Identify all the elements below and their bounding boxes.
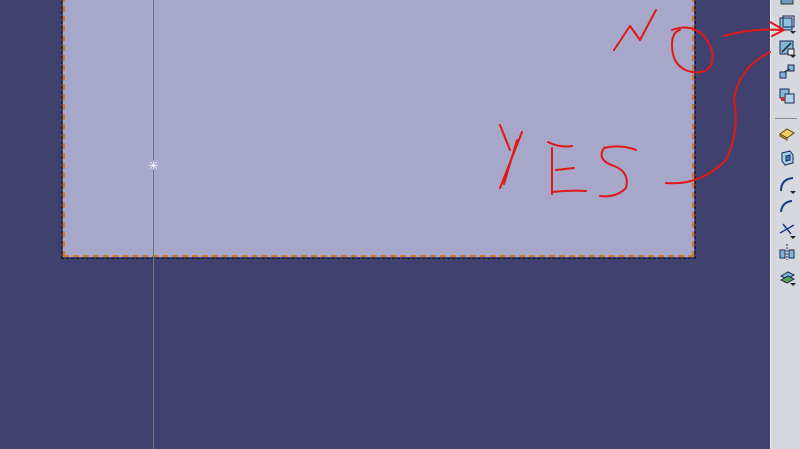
trim-button[interactable] [777, 219, 797, 239]
copy-geometry-button[interactable] [777, 86, 797, 106]
constraint-dimension-button[interactable] [777, 62, 797, 82]
sketch-positioned-button[interactable] [777, 38, 797, 58]
right-toolbar [770, 0, 800, 449]
3d-viewport[interactable]: ✳ [0, 0, 770, 449]
arc-button[interactable] [777, 174, 797, 194]
pocket-icon [777, 148, 797, 168]
pad-button[interactable] [777, 124, 797, 144]
pocket-button[interactable] [777, 148, 797, 168]
sketch-sheet[interactable] [63, 0, 694, 257]
symmetry-icon [777, 242, 797, 262]
toolbar-separator [775, 118, 797, 119]
project-3d-button[interactable] [777, 266, 797, 286]
sketch-face-button[interactable] [777, 14, 797, 34]
symmetry-button[interactable] [777, 242, 797, 262]
toolbar-partial-button[interactable] [777, 0, 797, 8]
origin-marker-icon: ✳ [148, 159, 159, 174]
spline-icon [777, 196, 797, 216]
vertical-axis-line [153, 0, 154, 449]
pad-icon [777, 124, 797, 144]
copy-geometry-icon [777, 86, 797, 106]
constraint-dimension-icon [777, 62, 797, 82]
spline-button[interactable] [777, 196, 797, 216]
